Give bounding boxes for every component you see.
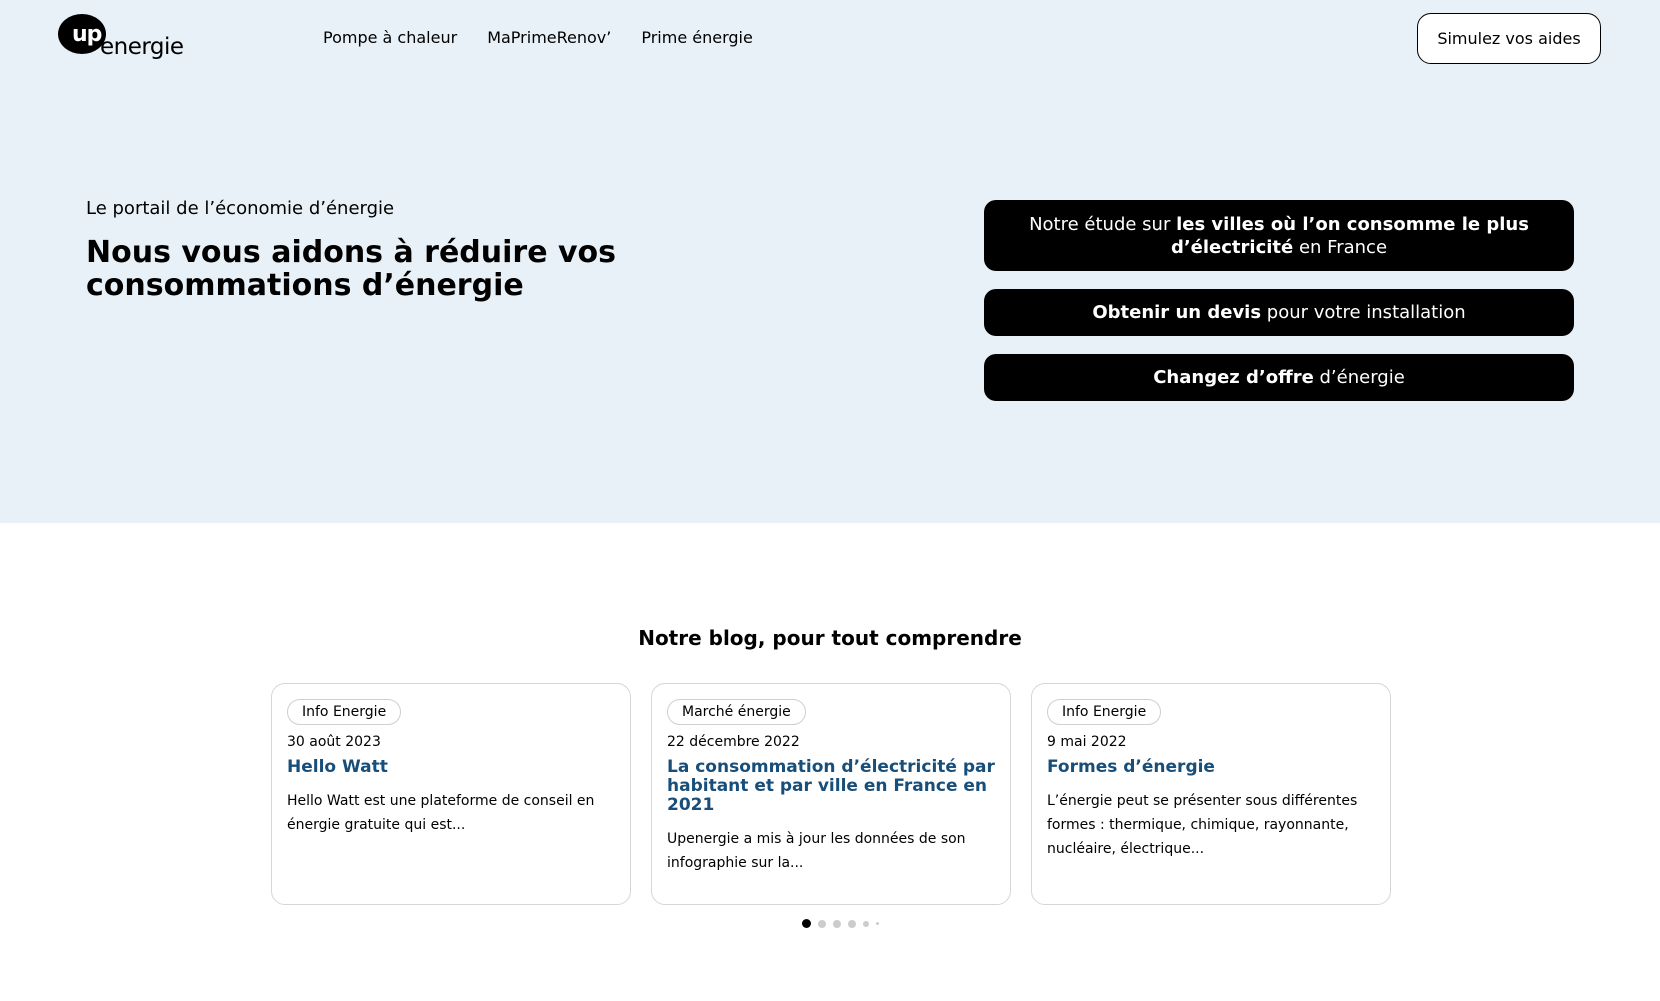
nav-link-pompe-a-chaleur[interactable]: Pompe à chaleur xyxy=(323,28,457,47)
post-excerpt: Upenergie a mis à jour les données de so… xyxy=(667,831,966,871)
category-badge[interactable]: Info Energie xyxy=(1047,699,1162,725)
carousel-dot[interactable] xyxy=(876,922,879,925)
button-text-pre: Notre étude sur xyxy=(1029,213,1177,235)
study-cities-button[interactable]: Notre étude sur les villes où l’on conso… xyxy=(984,200,1574,271)
hero-section: up energie Pompe à chaleur MaPrimeRenov’… xyxy=(0,0,1660,523)
blog-card[interactable]: Info Energie 9 mai 2022 Formes d’énergie… xyxy=(1031,683,1391,905)
post-excerpt: L’énergie peut se présenter sous différe… xyxy=(1047,793,1358,857)
blog-card[interactable]: Info Energie 30 août 2023 Hello Watt Hel… xyxy=(271,683,631,905)
category-badge[interactable]: Marché énergie xyxy=(667,699,806,725)
carousel-pagination xyxy=(802,919,879,928)
simulate-aids-button[interactable]: Simulez vos aides xyxy=(1417,13,1601,64)
carousel-dot[interactable] xyxy=(833,919,841,928)
carousel-dot[interactable] xyxy=(863,920,869,927)
main-nav: Pompe à chaleur MaPrimeRenov’ Prime éner… xyxy=(323,28,753,47)
get-quote-button[interactable]: Obtenir un devis pour votre installation xyxy=(984,289,1574,336)
logo-up-text: up xyxy=(72,22,102,47)
blog-card[interactable]: Marché énergie 22 décembre 2022 La conso… xyxy=(651,683,1011,905)
category-badge[interactable]: Info Energie xyxy=(287,699,402,725)
post-title[interactable]: Hello Watt xyxy=(287,758,615,777)
carousel-dot[interactable] xyxy=(818,919,826,928)
get-quote-button-text: Obtenir un devis pour votre installation xyxy=(1092,301,1465,324)
button-text-post: d’énergie xyxy=(1313,367,1405,388)
blog-section-title: Notre blog, pour tout comprendre xyxy=(638,626,1022,650)
logo-energie-text: energie xyxy=(100,34,184,60)
post-title[interactable]: La consommation d’électricité par habita… xyxy=(667,758,995,815)
post-date: 30 août 2023 xyxy=(287,734,381,750)
hero-headline: Nous vous aidons à réduire vos consommat… xyxy=(86,235,617,303)
post-excerpt: Hello Watt est une plateforme de conseil… xyxy=(287,793,595,833)
study-cities-button-text: Notre étude sur les villes où l’on conso… xyxy=(1014,213,1544,259)
carousel-dot-active[interactable] xyxy=(802,919,811,928)
post-title[interactable]: Formes d’énergie xyxy=(1047,758,1375,777)
nav-link-maprimerenov[interactable]: MaPrimeRenov’ xyxy=(487,28,611,47)
button-text-post: en France xyxy=(1293,236,1388,258)
carousel-dot[interactable] xyxy=(848,919,856,928)
button-text-bold: Changez d’offre xyxy=(1153,367,1314,388)
change-offer-button-text: Changez d’offre d’énergie xyxy=(1153,366,1405,389)
nav-link-prime-energie[interactable]: Prime énergie xyxy=(641,28,752,47)
button-text-post: pour votre installation xyxy=(1261,302,1466,323)
post-date: 22 décembre 2022 xyxy=(667,734,800,750)
upenergie-logo[interactable]: up energie xyxy=(58,14,184,66)
post-date: 9 mai 2022 xyxy=(1047,734,1127,750)
hero-tagline: Le portail de l’économie d’énergie xyxy=(86,198,395,219)
button-text-bold: Obtenir un devis xyxy=(1092,302,1262,323)
change-offer-button[interactable]: Changez d’offre d’énergie xyxy=(984,354,1574,401)
